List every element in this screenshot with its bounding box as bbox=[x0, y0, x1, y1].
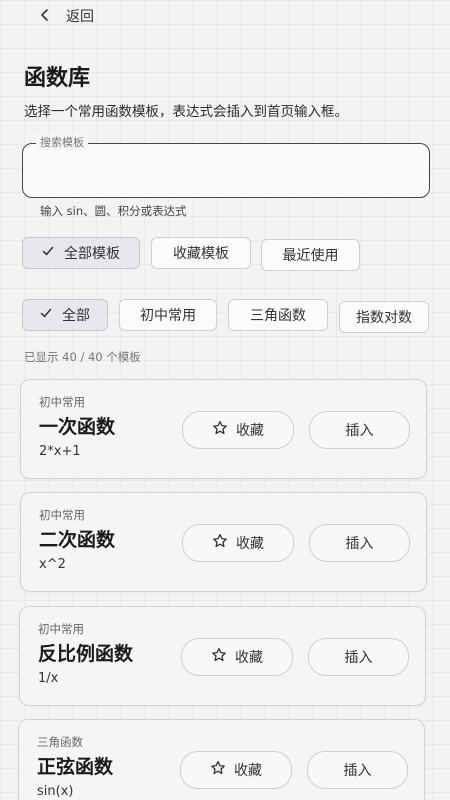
search-input[interactable] bbox=[30, 152, 420, 190]
star-outline-icon bbox=[210, 760, 226, 780]
insert-button[interactable]: 插入 bbox=[307, 751, 408, 789]
template-expression: sin(x) bbox=[37, 784, 74, 799]
favorite-label: 收藏 bbox=[236, 423, 264, 439]
template-card: 三角函数 正弦函数 sin(x) 收藏 插入 bbox=[18, 719, 425, 800]
insert-label: 插入 bbox=[345, 536, 374, 552]
category-tab-exp-log[interactable]: 指数对数 bbox=[339, 301, 429, 333]
favorite-label: 收藏 bbox=[234, 763, 262, 779]
scope-tab-all[interactable]: 全部模板 bbox=[22, 237, 140, 269]
template-name: 二次函数 bbox=[39, 529, 116, 551]
scope-tab-label: 收藏模板 bbox=[173, 246, 229, 262]
category-tab-junior[interactable]: 初中常用 bbox=[119, 299, 217, 331]
page-title: 函数库 bbox=[24, 66, 91, 91]
star-outline-icon bbox=[212, 420, 228, 440]
favorite-button[interactable]: 收藏 bbox=[181, 638, 293, 676]
template-card: 初中常用 反比例函数 1/x 收藏 插入 bbox=[19, 606, 426, 706]
category-tab-all[interactable]: 全部 bbox=[22, 299, 108, 331]
category-tab-label: 初中常用 bbox=[140, 308, 196, 324]
template-category: 初中常用 bbox=[39, 508, 85, 522]
insert-button[interactable]: 插入 bbox=[308, 638, 409, 676]
template-card: 初中常用 二次函数 x^2 收藏 插入 bbox=[20, 492, 427, 592]
check-icon bbox=[40, 307, 52, 323]
scope-tab-favorites[interactable]: 收藏模板 bbox=[151, 237, 251, 269]
template-expression: 1/x bbox=[38, 671, 59, 686]
template-category: 三角函数 bbox=[37, 735, 83, 749]
category-tab-label: 三角函数 bbox=[250, 308, 306, 324]
scope-tab-recent[interactable]: 最近使用 bbox=[261, 239, 360, 271]
favorite-button[interactable]: 收藏 bbox=[182, 524, 294, 562]
category-tab-trig[interactable]: 三角函数 bbox=[228, 299, 328, 331]
favorite-button[interactable]: 收藏 bbox=[182, 411, 294, 449]
insert-button[interactable]: 插入 bbox=[309, 524, 410, 562]
favorite-label: 收藏 bbox=[235, 650, 263, 666]
insert-label: 插入 bbox=[343, 763, 372, 779]
template-name: 正弦函数 bbox=[37, 756, 114, 778]
chevron-left-icon bbox=[38, 7, 52, 26]
star-outline-icon bbox=[211, 647, 227, 667]
star-outline-icon bbox=[212, 533, 228, 553]
template-count: 已显示 40 / 40 个模板 bbox=[24, 350, 141, 364]
category-tab-label: 指数对数 bbox=[356, 310, 412, 326]
template-name: 反比例函数 bbox=[38, 643, 134, 665]
favorite-label: 收藏 bbox=[236, 536, 264, 552]
insert-button[interactable]: 插入 bbox=[309, 411, 410, 449]
check-icon bbox=[42, 245, 54, 261]
insert-label: 插入 bbox=[344, 650, 373, 666]
template-expression: 2*x+1 bbox=[39, 444, 81, 459]
search-hint: 输入 sin、圆、积分或表达式 bbox=[40, 204, 187, 218]
back-label: 返回 bbox=[66, 9, 94, 25]
top-bar: 返回 bbox=[0, 0, 450, 34]
page-description: 选择一个常用函数模板，表达式会插入到首页输入框。 bbox=[24, 104, 348, 120]
scope-tab-label: 最近使用 bbox=[282, 248, 339, 264]
favorite-button[interactable]: 收藏 bbox=[180, 751, 292, 789]
template-expression: x^2 bbox=[39, 557, 66, 572]
template-name: 一次函数 bbox=[39, 416, 116, 438]
template-category: 初中常用 bbox=[38, 622, 84, 636]
scope-tab-label: 全部模板 bbox=[64, 246, 120, 262]
back-button[interactable]: 返回 bbox=[38, 6, 94, 26]
template-category: 初中常用 bbox=[39, 395, 85, 409]
search-legend: 搜索模板 bbox=[36, 134, 88, 150]
insert-label: 插入 bbox=[345, 423, 374, 439]
template-card: 初中常用 一次函数 2*x+1 收藏 插入 bbox=[20, 379, 427, 479]
category-tab-label: 全部 bbox=[62, 308, 90, 324]
